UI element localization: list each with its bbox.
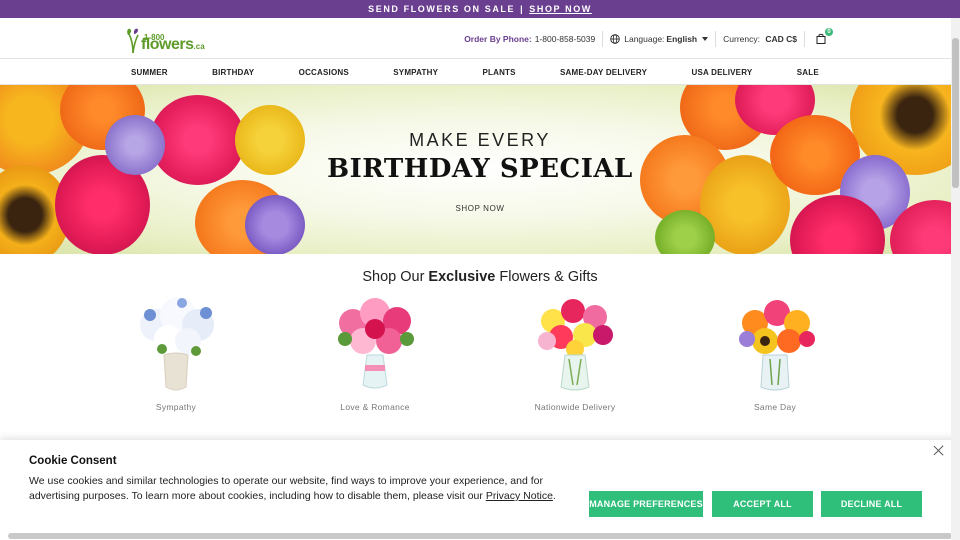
nav-item-same-day-delivery[interactable]: SAME-DAY DELIVERY [560, 68, 647, 77]
promo-shop-now-link[interactable]: SHOP NOW [529, 4, 592, 14]
category-grid: Sympathy Love & Romance Nationwide Deliv… [0, 285, 960, 435]
globe-icon [610, 33, 620, 44]
site-header: 1-800 flowers.ca Order By Phone: 1-800-8… [0, 18, 960, 59]
cart-count-badge: 0 [825, 27, 833, 36]
hero-line-2: BIRTHDAY SPECIAL [327, 154, 633, 184]
decline-all-button[interactable]: DECLINE ALL [821, 491, 922, 517]
vertical-scrollbar[interactable] [951, 18, 960, 540]
accept-all-button[interactable]: ACCEPT ALL [712, 491, 813, 517]
product-image [140, 297, 214, 391]
nav-item-usa-delivery[interactable]: USA DELIVERY [691, 68, 752, 77]
section-title-bold: Exclusive [428, 269, 496, 285]
currency-label: Currency: [723, 33, 760, 44]
language-selector[interactable]: Language: English [624, 33, 709, 44]
horizontal-scrollbar[interactable] [8, 533, 952, 539]
product-image [739, 300, 815, 391]
promo-text: SEND FLOWERS ON SALE [368, 4, 516, 14]
phone-label: Order By Phone: [464, 33, 532, 44]
section-title-post: Flowers & Gifts [495, 269, 598, 285]
divider [715, 30, 717, 47]
nav-item-occasions[interactable]: OCCASIONS [299, 68, 349, 77]
product-image [538, 299, 613, 391]
language-value: English [666, 33, 698, 44]
cookie-body: We use cookies and similar technologies … [29, 475, 543, 502]
nav-item-birthday[interactable]: BIRTHDAY [212, 68, 254, 77]
nav-item-sympathy[interactable]: SYMPATHY [393, 68, 438, 77]
category-label: Nationwide Delivery [534, 402, 616, 412]
promo-bar: SEND FLOWERS ON SALE | SHOP NOW [0, 0, 960, 18]
chevron-down-icon [702, 36, 709, 41]
nav-item-plants[interactable]: PLANTS [482, 68, 515, 77]
header-utilities: Order By Phone: 1-800-858-5039 Language:… [464, 18, 833, 59]
section-title: Shop Our Exclusive Flowers & Gifts [0, 269, 960, 285]
nav-item-sale[interactable]: SALE [797, 68, 819, 77]
hero-copy: MAKE EVERY BIRTHDAY SPECIAL SHOP NOW [0, 130, 960, 219]
shopping-bag-icon [816, 33, 826, 44]
product-image [338, 298, 414, 389]
phone-number[interactable]: 1-800-858-5039 [535, 34, 596, 44]
privacy-notice-link[interactable]: Privacy Notice [486, 490, 553, 502]
scrollbar-thumb[interactable] [952, 38, 959, 188]
nav-item-summer[interactable]: SUMMER [131, 68, 168, 77]
cart-button[interactable]: 0 [816, 27, 833, 45]
cookie-end: . [552, 490, 556, 502]
category-same-day[interactable]: Same Day [715, 289, 835, 412]
close-icon[interactable] [932, 444, 946, 458]
category-love-romance[interactable]: Love & Romance [315, 289, 435, 412]
currency-selector[interactable]: Currency: CAD C$ [723, 34, 797, 44]
cookie-title: Cookie Consent [29, 455, 117, 467]
hero-banner[interactable]: MAKE EVERY BIRTHDAY SPECIAL SHOP NOW [0, 85, 960, 254]
logo[interactable]: 1-800 flowers.ca [126, 24, 205, 54]
category-sympathy[interactable]: Sympathy [116, 289, 236, 412]
divider [602, 30, 604, 47]
logo-suffix: .ca [193, 42, 205, 51]
main-nav: SUMMER BIRTHDAY OCCASIONS SYMPATHY PLANT… [0, 59, 960, 85]
category-label: Sympathy [155, 402, 197, 412]
manage-preferences-button[interactable]: MANAGE PREFERENCES [589, 491, 703, 517]
category-label: Love & Romance [340, 402, 410, 412]
hero-shop-now-button[interactable]: SHOP NOW [447, 198, 512, 219]
promo-separator: | [520, 4, 525, 14]
category-label: Same Day [753, 402, 797, 412]
language-label: Language: [624, 33, 665, 44]
currency-value: CAD C$ [765, 33, 797, 44]
category-nationwide-delivery[interactable]: Nationwide Delivery [515, 289, 635, 412]
logo-flower-icon [127, 28, 139, 54]
logo-number: 1-800 [144, 33, 165, 42]
cookie-consent-banner: Cookie Consent We use cookies and simila… [0, 440, 960, 540]
section-title-pre: Shop Our [362, 269, 429, 285]
cookie-text: We use cookies and similar technologies … [29, 474, 569, 504]
hero-line-1: MAKE EVERY [409, 130, 551, 150]
divider [804, 30, 805, 47]
